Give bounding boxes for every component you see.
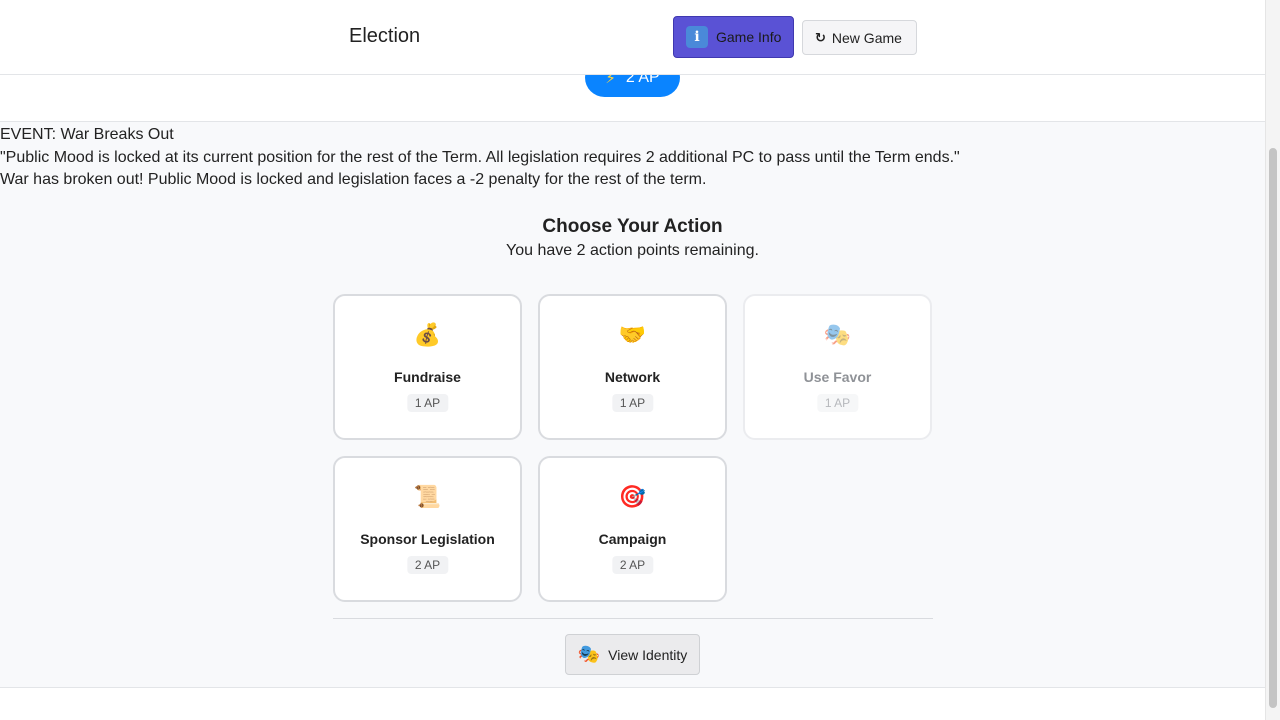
event-summary: War has broken out! Public Mood is locke… [0, 171, 707, 188]
view-identity-button[interactable]: 🎭 View Identity [565, 634, 700, 675]
new-game-label: New Game [831, 29, 902, 46]
action-card-label: Campaign [598, 531, 667, 547]
action-cost-badge: 1 AP [611, 394, 654, 412]
masks-icon: 🎭 [577, 644, 601, 664]
action-card-label: Sponsor Legislation [360, 531, 495, 547]
action-cost-badge: 2 AP [611, 556, 654, 574]
favor-icon: 🎭 [823, 322, 852, 347]
app-title: Election [349, 25, 421, 47]
action-card-campaign[interactable]: 🎯 Campaign 2 AP [538, 456, 727, 602]
action-cost-badge: 2 AP [406, 556, 449, 574]
game-info-button[interactable]: i Game Info [673, 16, 794, 58]
event-quote: "Public Mood is locked at its current po… [0, 148, 960, 166]
view-identity-label: View Identity [608, 646, 688, 663]
refresh-icon: ↻ [815, 29, 826, 45]
action-card-label: Use Favor [803, 369, 872, 385]
action-card-fundraise[interactable]: 💰 Fundraise 1 AP [333, 294, 522, 440]
actions-subtitle: You have 2 action points remaining. [506, 242, 759, 259]
action-card-use-favor: 🎭 Use Favor 1 AP [743, 294, 932, 440]
action-card-sponsor-legislation[interactable]: 📜 Sponsor Legislation 2 AP [333, 456, 522, 602]
action-card-network[interactable]: 🤝 Network 1 AP [538, 294, 727, 440]
scrollbar-thumb[interactable] [1269, 148, 1277, 708]
new-game-button[interactable]: ↻ New Game [802, 20, 917, 55]
event-panel: EVENT: War Breaks Out "Public Mood is lo… [0, 124, 960, 192]
app-viewport: Election i Game Info ↻ New Game ⚡ 2 AP E… [0, 0, 1265, 720]
handshake-icon: 🤝 [618, 322, 647, 347]
action-card-label: Network [604, 369, 661, 385]
money-bag-icon: 💰 [413, 322, 442, 347]
scroll-icon: 📜 [413, 484, 442, 509]
event-title: EVENT: War Breaks Out [0, 126, 174, 143]
action-cost-badge: 1 AP [816, 394, 859, 412]
info-icon: i [686, 26, 708, 48]
app-header: Election i Game Info ↻ New Game [0, 0, 1265, 75]
vertical-scrollbar[interactable] [1265, 0, 1280, 720]
section-divider [333, 618, 933, 619]
action-cost-badge: 1 AP [406, 394, 449, 412]
action-card-label: Fundraise [394, 369, 461, 385]
target-icon: 🎯 [618, 484, 647, 509]
bottom-bar [0, 687, 1265, 720]
game-info-label: Game Info [716, 29, 782, 45]
actions-title: Choose Your Action [542, 216, 723, 237]
